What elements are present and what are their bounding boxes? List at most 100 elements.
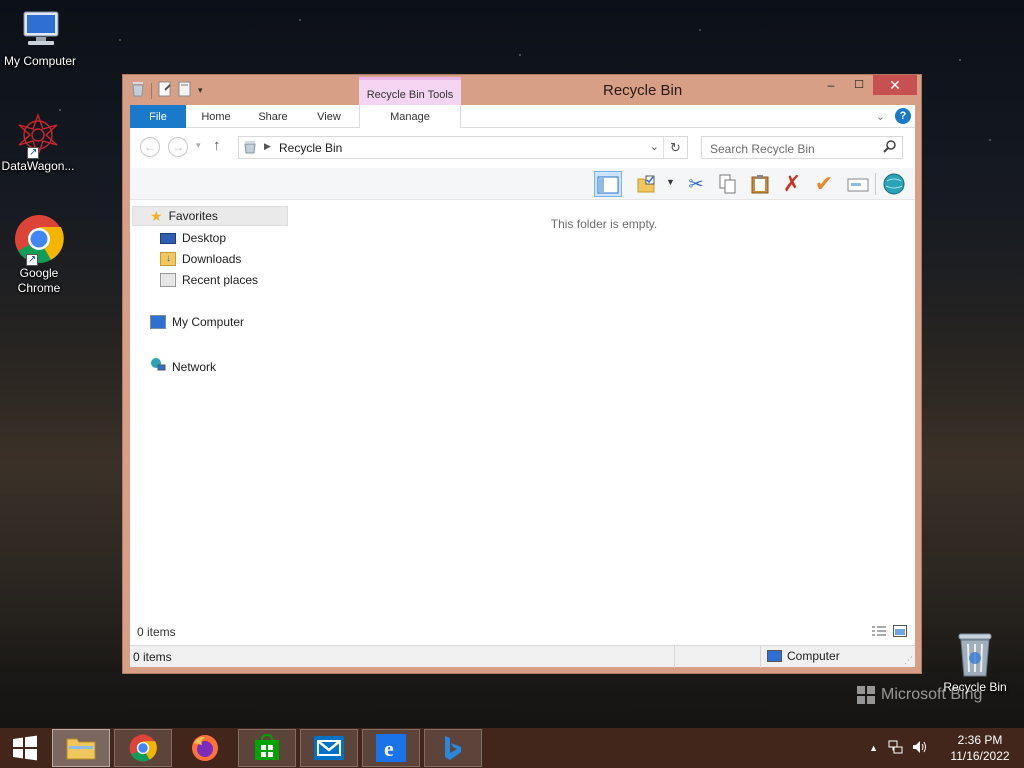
desktop-icon-label: My Computer	[3, 54, 77, 68]
breadcrumb-separator-icon[interactable]: ▶	[264, 141, 271, 152]
refresh-icon[interactable]: ↻	[663, 137, 687, 158]
start-button[interactable]	[0, 729, 50, 767]
navigation-pane-button[interactable]	[594, 171, 622, 197]
restore-checkmark-icon[interactable]: ✔	[810, 171, 838, 197]
status-zone-label: Computer	[787, 649, 840, 663]
tab-home[interactable]: Home	[192, 105, 240, 128]
up-arrow-icon[interactable]: ↑	[213, 137, 221, 154]
forward-button[interactable]: →	[168, 137, 188, 157]
nav-favorites-label: Favorites	[168, 209, 218, 223]
internet-globe-icon[interactable]	[880, 171, 908, 197]
recent-locations-chevron-icon[interactable]: ▾	[196, 140, 201, 151]
clock-time: 2:36 PM	[957, 733, 1003, 747]
firefox-icon	[192, 735, 218, 761]
qat-separator	[151, 82, 152, 99]
select-checkbox-icon[interactable]	[632, 171, 660, 197]
view-switcher	[871, 625, 907, 640]
close-button[interactable]: ✕	[873, 75, 917, 95]
file-explorer-icon	[66, 738, 96, 760]
rename-icon[interactable]	[844, 171, 872, 197]
delete-icon[interactable]: ✗	[778, 171, 806, 197]
details-view-icon[interactable]	[871, 625, 887, 640]
recycle-bin-icon	[955, 630, 995, 678]
network-tray-icon[interactable]	[888, 739, 904, 758]
status-divider	[760, 646, 761, 668]
cut-icon[interactable]: ✂	[682, 171, 710, 197]
tab-view[interactable]: View	[308, 105, 350, 128]
shortcut-arrow-icon	[26, 252, 38, 267]
large-icons-view-icon[interactable]	[893, 625, 907, 640]
taskbar-firefox[interactable]	[176, 729, 234, 767]
search-placeholder: Search Recycle Bin	[710, 142, 815, 156]
window-title: Recycle Bin	[603, 82, 683, 99]
nav-favorites[interactable]: ★ Favorites	[150, 209, 218, 223]
address-dropdown-chevron-icon[interactable]: ⌄	[650, 140, 659, 153]
tab-file[interactable]: File	[130, 105, 186, 128]
nav-network-label: Network	[172, 359, 217, 374]
recycle-bin-tools-context-tab: Recycle Bin Tools	[359, 77, 461, 105]
desktop-icon-google-chrome[interactable]: Google Chrome	[0, 214, 79, 296]
chrome-icon	[14, 214, 64, 267]
explorer-window: ▾ Recycle Bin Tools Recycle Bin – ☐ ✕ Fi…	[122, 74, 922, 674]
expand-ribbon-chevron-icon[interactable]: ⌄	[876, 110, 885, 123]
computer-icon	[150, 315, 166, 329]
copy-icon[interactable]	[714, 171, 742, 197]
tab-share[interactable]: Share	[250, 105, 296, 128]
star-icon: ★	[150, 208, 163, 224]
resize-grip-icon[interactable]: ⋰	[904, 655, 913, 666]
taskbar-clock[interactable]: 2:36 PM 11/16/2022	[940, 732, 1020, 764]
show-hidden-icons-chevron-icon[interactable]: ▲	[869, 743, 878, 753]
view-options-chevron-icon[interactable]: ▼	[666, 177, 675, 187]
store-icon	[255, 734, 279, 760]
search-box[interactable]: Search Recycle Bin	[701, 136, 903, 159]
tab-manage[interactable]: Manage	[380, 105, 440, 128]
bing-icon	[445, 736, 461, 760]
nav-recent-places-label: Recent places	[182, 273, 259, 287]
taskbar-chrome[interactable]	[114, 729, 172, 767]
mail-icon	[314, 736, 344, 760]
desktop-icon-my-computer[interactable]: My Computer	[0, 10, 80, 69]
search-icon[interactable]	[883, 140, 896, 157]
status-bar: 0 items Computer ⋰	[130, 645, 915, 668]
svg-text:e: e	[384, 736, 394, 761]
empty-folder-message: This folder is empty.	[550, 217, 658, 231]
nav-recent-places[interactable]: Recent places	[160, 273, 258, 287]
datawagon-icon	[15, 112, 61, 160]
status-divider	[674, 646, 675, 668]
back-button[interactable]: ←	[140, 137, 160, 157]
chrome-icon	[129, 734, 157, 762]
taskbar-store[interactable]	[238, 729, 296, 767]
title-bar[interactable]: ▾ Recycle Bin Tools Recycle Bin – ☐ ✕	[123, 75, 921, 105]
internet-explorer-icon: e	[376, 734, 406, 762]
nav-my-computer[interactable]: My Computer	[150, 315, 244, 329]
taskbar-bing[interactable]	[424, 729, 482, 767]
navigation-bar: ← → ▾ ↑ ▶ Recycle Bin ⌄ ↻ Search Recycle…	[130, 128, 915, 168]
desktop-icon-label: Google Chrome	[17, 266, 61, 295]
file-list[interactable]: This folder is empty.	[293, 201, 915, 631]
volume-icon[interactable]	[912, 740, 928, 757]
nav-downloads[interactable]: ↓ Downloads	[160, 252, 241, 266]
help-icon[interactable]: ?	[895, 108, 911, 124]
nav-desktop-label: Desktop	[182, 231, 227, 245]
new-folder-icon[interactable]	[178, 81, 192, 100]
recycle-bin-small-icon	[131, 81, 145, 100]
desktop-icon-datawagon[interactable]: DataWagon...	[0, 112, 78, 174]
maximize-button[interactable]: ☐	[845, 75, 873, 95]
taskbar-mail[interactable]	[300, 729, 358, 767]
nav-desktop[interactable]: Desktop	[160, 231, 226, 245]
nav-downloads-label: Downloads	[182, 252, 242, 266]
taskbar-file-explorer[interactable]	[52, 729, 110, 767]
paste-icon[interactable]	[746, 171, 774, 197]
taskbar-internet-explorer[interactable]: e	[362, 729, 420, 767]
address-bar[interactable]: ▶ Recycle Bin ⌄ ↻	[238, 136, 688, 159]
navigation-pane: ★ Favorites Desktop ↓ Downloads Recent p…	[130, 201, 290, 641]
nav-network[interactable]: Network	[150, 357, 216, 376]
microsoft-logo-icon	[857, 686, 875, 704]
customize-qat-chevron-icon[interactable]: ▾	[198, 85, 203, 96]
window-body: File Home Share View Manage ⌄ ? ← → ▾ ↑ …	[130, 105, 915, 668]
shortcut-arrow-icon	[27, 145, 39, 160]
properties-icon[interactable]	[158, 81, 172, 100]
minimize-button[interactable]: –	[817, 75, 845, 95]
breadcrumb[interactable]: Recycle Bin	[279, 141, 342, 155]
computer-icon	[16, 10, 64, 52]
